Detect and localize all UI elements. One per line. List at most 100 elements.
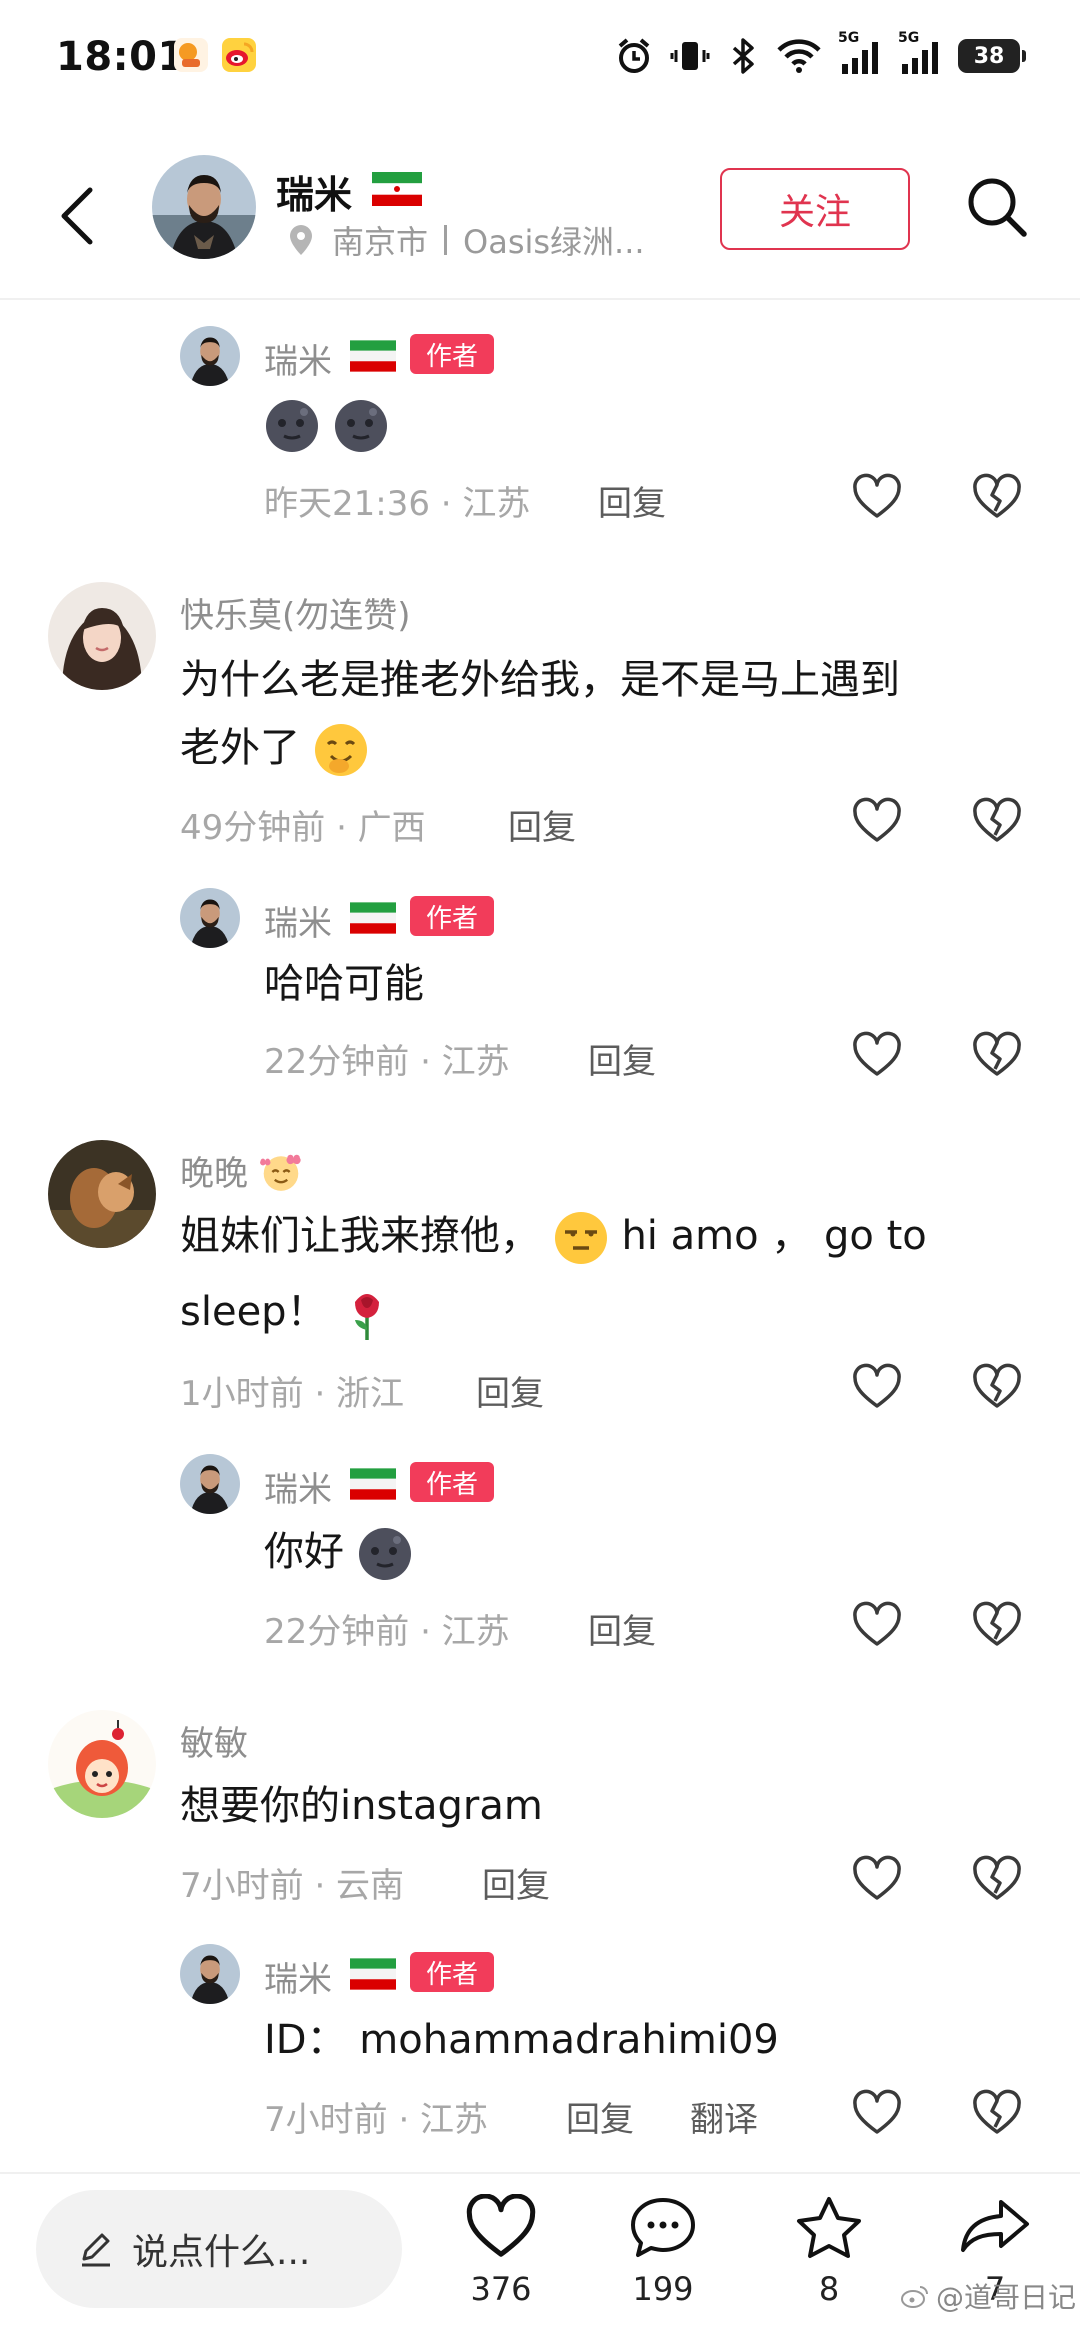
comment-text xyxy=(264,388,389,460)
battery-indicator: 38 xyxy=(958,39,1026,73)
comment-meta: 昨天21:36 · 江苏 xyxy=(264,484,531,524)
location-city: 南京市 xyxy=(332,223,429,261)
reply-button[interactable]: 回复 xyxy=(566,2092,634,2141)
avatar[interactable] xyxy=(48,1710,156,1818)
heart-icon[interactable] xyxy=(852,472,902,522)
location-place: Oasis绿洲... xyxy=(463,223,645,261)
comment-text-line: 老外了 xyxy=(180,725,300,771)
avatar[interactable] xyxy=(48,582,156,690)
iran-flag-icon xyxy=(350,1958,396,1994)
chevron-left-icon xyxy=(61,187,93,245)
comment-input[interactable]: 说点什么... xyxy=(36,2190,402,2308)
location-pin-icon xyxy=(290,225,312,255)
heart-icon[interactable] xyxy=(852,1854,902,1904)
comment-text: ID： mohammadrahimi09 xyxy=(264,2017,779,2063)
comment-text: 你好 xyxy=(264,1516,413,1588)
comment-username[interactable]: 敏敏 xyxy=(180,1716,248,1765)
iran-flag-icon xyxy=(350,1468,396,1504)
rose-emoji xyxy=(355,1294,380,1340)
comment-count: 199 xyxy=(632,2270,694,2308)
comment-meta: 7小时前 · 云南 xyxy=(180,1866,405,1906)
broken-heart-icon[interactable] xyxy=(972,1854,1022,1904)
watermark: @道哥日记 xyxy=(900,2276,1076,2316)
like-action[interactable]: 376 xyxy=(436,2193,566,2308)
follow-button[interactable]: 关注 xyxy=(720,168,910,250)
star-icon xyxy=(797,2197,861,2258)
weibo-icon xyxy=(900,2286,928,2308)
share-arrow-icon xyxy=(961,2200,1029,2252)
reply-button[interactable]: 回复 xyxy=(588,1034,656,1083)
avatar[interactable] xyxy=(180,888,240,948)
comment-text: sleep！ xyxy=(180,1276,395,1348)
comment-text-line: 为什么老是推老外给我，是不是马上遇到 xyxy=(180,657,900,703)
reply-button[interactable]: 回复 xyxy=(508,800,576,849)
favorite-count: 8 xyxy=(818,2270,840,2308)
comment-text: 哈哈可能 xyxy=(264,961,424,1007)
comment-username[interactable]: 晚晚 xyxy=(180,1146,303,1198)
heart-icon[interactable] xyxy=(852,2088,902,2138)
broken-heart-icon[interactable] xyxy=(972,472,1022,522)
search-button[interactable] xyxy=(962,172,1032,242)
profile-location: 南京市 Oasis绿洲... xyxy=(288,218,698,262)
broken-heart-icon[interactable] xyxy=(972,1030,1022,1080)
iran-flag-icon xyxy=(372,172,422,210)
broken-heart-icon[interactable] xyxy=(972,1362,1022,1412)
reply-button[interactable]: 回复 xyxy=(588,1604,656,1653)
reply-button[interactable]: 回复 xyxy=(598,476,666,525)
like-count: 376 xyxy=(470,2270,532,2308)
search-icon xyxy=(968,178,1027,237)
broken-heart-icon[interactable] xyxy=(972,796,1022,846)
comment-username[interactable]: 瑞米 xyxy=(264,334,332,383)
comment-text: 老外了 xyxy=(180,712,369,784)
bottom-action-bar: 说点什么... 376 199 8 7 @道哥日记 xyxy=(0,2172,1080,2332)
reply-button[interactable]: 回复 xyxy=(482,1858,550,1907)
heart-icon[interactable] xyxy=(852,1362,902,1412)
comment-username[interactable]: 瑞米 xyxy=(264,1952,332,2001)
author-badge: 作者 xyxy=(410,896,494,936)
author-badge: 作者 xyxy=(410,1952,494,1992)
comment-input-placeholder: 说点什么... xyxy=(132,2232,311,2273)
comment-text: 为什么老是推老外给我，是不是马上遇到 xyxy=(180,644,900,716)
status-icons: 5G 5G 38 xyxy=(614,30,1026,80)
status-time: 18:01 xyxy=(56,34,186,80)
giggle-face-emoji xyxy=(314,724,367,776)
heart-icon[interactable] xyxy=(852,1030,902,1080)
comment-username[interactable]: 快乐莫(勿连赞) xyxy=(180,588,411,637)
heart-icon[interactable] xyxy=(852,1600,902,1650)
vibrate-icon xyxy=(670,42,710,70)
broken-heart-icon[interactable] xyxy=(972,1600,1022,1650)
comment-text-line: 你好 xyxy=(264,1529,344,1575)
chat-bubble-icon xyxy=(631,2198,695,2257)
avatar[interactable] xyxy=(180,1454,240,1514)
header-divider xyxy=(0,298,1080,300)
wifi-icon xyxy=(777,39,821,73)
comment-meta: 22分钟前 · 江苏 xyxy=(264,1042,510,1082)
avatar[interactable] xyxy=(152,155,256,259)
avatar[interactable] xyxy=(180,1944,240,2004)
comment-username[interactable]: 瑞米 xyxy=(264,1462,332,1511)
translate-button[interactable]: 翻译 xyxy=(690,2092,758,2141)
status-bar: 18:01 5G 5G 38 xyxy=(0,0,1080,112)
bluetooth-icon xyxy=(732,38,754,74)
comment-action[interactable]: 199 xyxy=(598,2194,728,2308)
iran-flag-icon xyxy=(350,340,396,376)
heart-icon xyxy=(466,2193,536,2257)
reply-button[interactable]: 回复 xyxy=(476,1366,544,1415)
weibo-icon xyxy=(222,38,256,72)
iran-flag-icon xyxy=(350,902,396,938)
comment-meta: 7小时前 · 江苏 xyxy=(264,2100,489,2140)
moon-face-emoji xyxy=(334,400,387,452)
avatar[interactable] xyxy=(180,326,240,386)
location-separator xyxy=(444,225,448,255)
favorite-action[interactable]: 8 xyxy=(764,2194,894,2308)
author-badge: 作者 xyxy=(410,1462,494,1502)
avatar[interactable] xyxy=(48,1140,156,1248)
alarm-icon xyxy=(618,38,650,73)
comment-username[interactable]: 瑞米 xyxy=(264,896,332,945)
comment-text-line: sleep！ xyxy=(180,1289,327,1335)
moon-face-emoji xyxy=(266,400,318,452)
heart-icon[interactable] xyxy=(852,796,902,846)
back-button[interactable] xyxy=(50,180,110,252)
comment-meta: 22分钟前 · 江苏 xyxy=(264,1612,510,1652)
broken-heart-icon[interactable] xyxy=(972,2088,1022,2138)
